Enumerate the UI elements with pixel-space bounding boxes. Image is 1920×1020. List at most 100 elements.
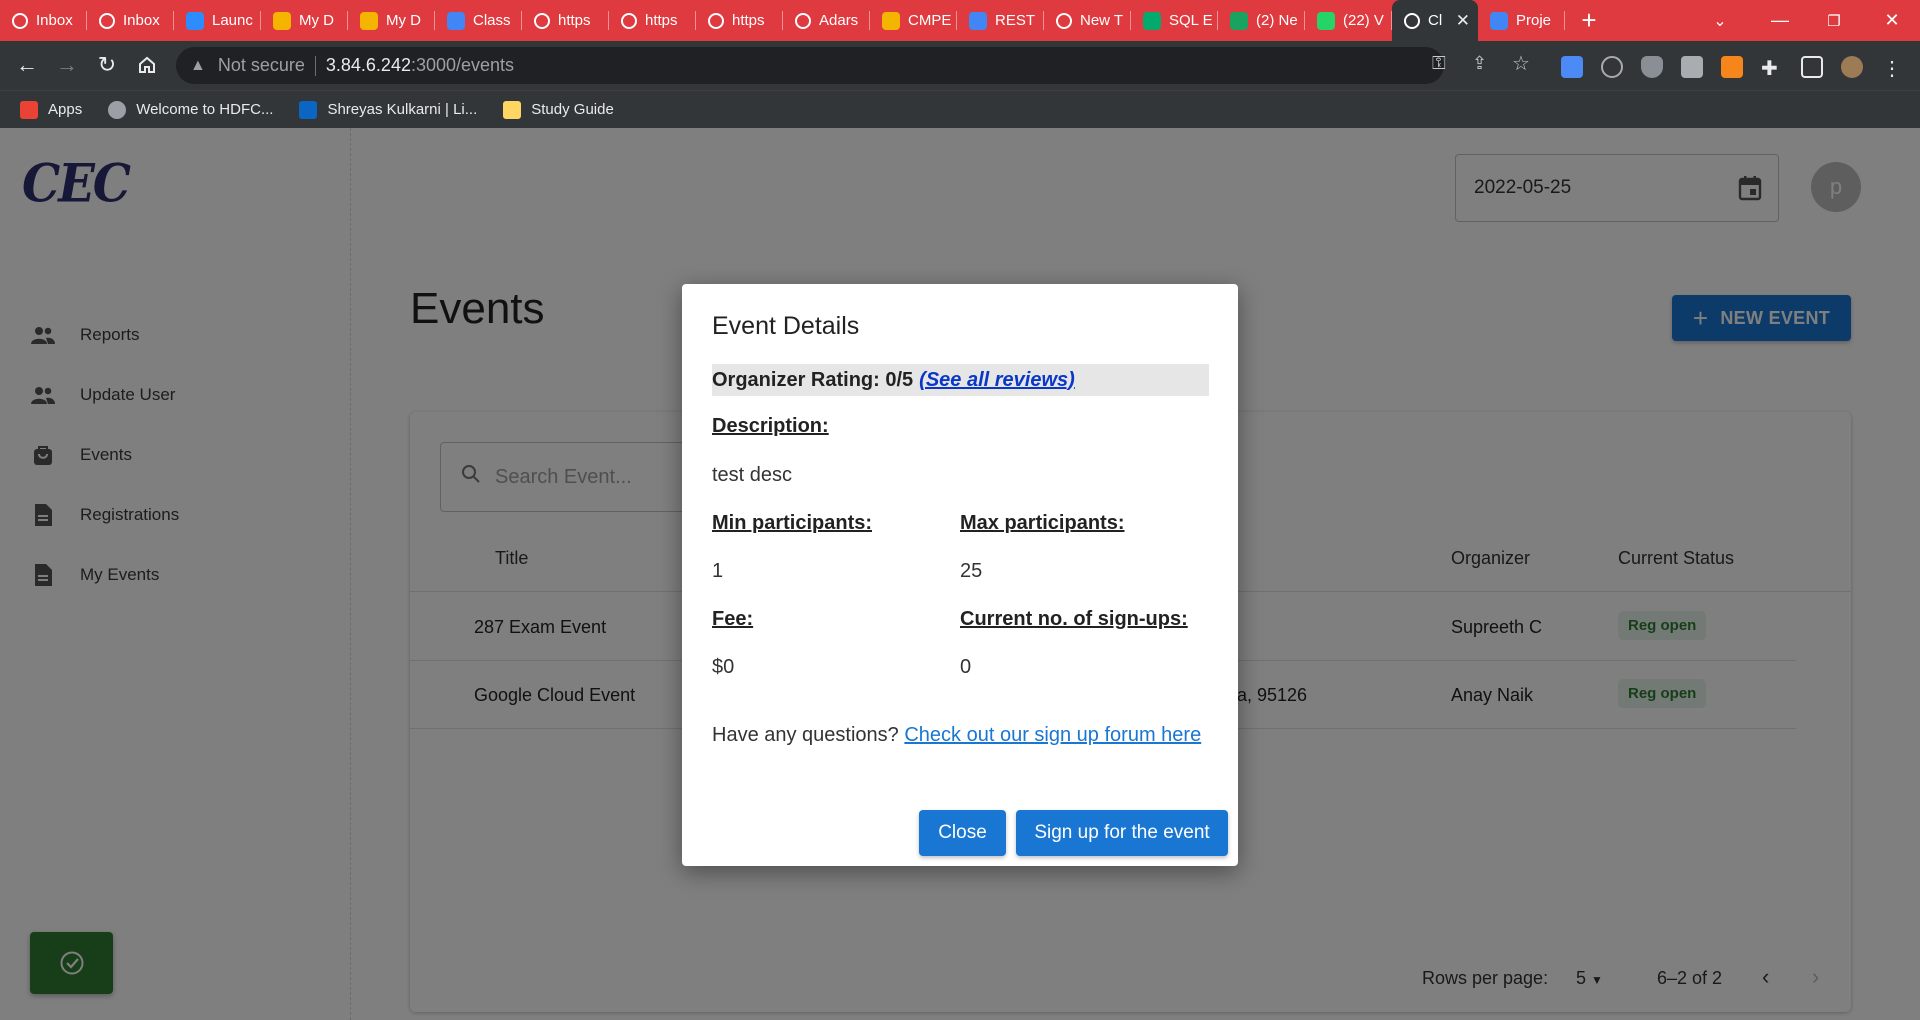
tab-label: REST — [995, 12, 1036, 29]
dialog-title: Event Details — [712, 312, 860, 340]
w3schools-icon — [1143, 11, 1161, 30]
profile-avatar-icon[interactable] — [1841, 56, 1863, 78]
tab-label: Adars — [819, 12, 859, 29]
browser-menu-icon[interactable]: ⋮ — [1881, 56, 1903, 80]
bookmark-star-icon[interactable]: ☆ — [1512, 51, 1530, 76]
address-bar[interactable]: ▲ Not secure 3.84.6.242:3000/events — [176, 47, 1444, 84]
back-icon[interactable]: ← — [10, 48, 44, 82]
app-page: CEC ReportsUpdate UserEventsRegistration… — [0, 128, 1920, 1020]
browser-tab[interactable]: (2) Ne — [1218, 0, 1305, 41]
max-participants-label: Max participants: — [960, 512, 1125, 534]
key-icon[interactable]: ⚿ — [1432, 53, 1446, 74]
extension-gray-icon[interactable] — [1681, 56, 1703, 78]
browser-tab[interactable]: My D — [261, 0, 348, 41]
fee-value: $0 — [712, 656, 735, 678]
minimize-icon[interactable]: — — [1752, 0, 1808, 41]
url-path: :3000/events — [410, 55, 515, 75]
signup-forum-link[interactable]: Check out our sign up forum here — [904, 724, 1201, 746]
browser-tab[interactable]: https — [609, 0, 696, 41]
tab-label: My D — [299, 12, 334, 29]
tab-label: Launc — [212, 12, 253, 29]
tab-label: (22) V — [1343, 12, 1384, 29]
tab-label: CMPE — [908, 12, 952, 29]
share-icon[interactable]: ⇪ — [1472, 53, 1487, 74]
extension-circle-icon[interactable] — [1601, 56, 1623, 78]
extension-shield-icon[interactable] — [1641, 56, 1663, 78]
sign-up-button[interactable]: Sign up for the event — [1016, 810, 1228, 856]
bookmark-item[interactable]: Shreyas Kulkarni | Li... — [299, 100, 478, 119]
min-participants-value: 1 — [712, 560, 724, 582]
browser-tab[interactable]: New T — [1044, 0, 1131, 41]
bookmark-item[interactable]: Welcome to HDFC... — [108, 100, 274, 119]
tab-search-icon[interactable]: ⌄ — [1692, 0, 1748, 41]
browser-tab[interactable]: SQL E — [1131, 0, 1218, 41]
tab-label: Cl — [1428, 12, 1443, 29]
extension-blue-icon[interactable] — [1561, 56, 1583, 78]
browser-tab[interactable]: Inbox — [0, 0, 87, 41]
bookmark-item[interactable]: Study Guide — [503, 100, 614, 119]
close-button[interactable]: Close — [919, 810, 1006, 856]
whatsapp-icon — [1317, 11, 1335, 30]
bookmark-item[interactable]: Apps — [20, 100, 83, 119]
event-details-dialog: Event Details Organizer Rating: 0/5 (See… — [682, 284, 1238, 866]
forward-icon[interactable]: → — [50, 48, 84, 82]
globe-icon — [108, 100, 127, 119]
browser-tab[interactable]: Class — [435, 0, 522, 41]
docs-icon — [1490, 11, 1508, 30]
browser-tab[interactable]: Launc — [174, 0, 261, 41]
globe-icon — [708, 12, 724, 29]
zoom-icon — [186, 11, 204, 30]
max-participants-value: 25 — [960, 560, 983, 582]
browser-tab[interactable]: Cl ✕ — [1392, 0, 1478, 41]
not-secure-label: Not secure — [217, 55, 305, 75]
tab-label: SQL E — [1169, 12, 1213, 29]
browser-toolbar: ← → ↻ ▲ Not secure 3.84.6.242:3000/event… — [0, 41, 1920, 90]
browser-tab[interactable]: Proje — [1478, 0, 1565, 41]
description-label: Description: — [712, 415, 829, 437]
browser-tab[interactable]: https — [522, 0, 609, 41]
see-all-reviews-link[interactable]: (See all reviews) — [919, 369, 1075, 392]
extensions-puzzle-icon[interactable]: ✚ — [1761, 56, 1783, 80]
min-participants-label: Min participants: — [712, 512, 873, 534]
browser-tab-strip: Inbox Inbox Launc My D My D Class https https ht… — [0, 0, 1920, 41]
bookmark-label: Apps — [48, 101, 83, 118]
tab-close-icon[interactable]: ✕ — [1456, 11, 1470, 31]
fee-label: Fee: — [712, 608, 754, 630]
window-close-icon[interactable]: ✕ — [1864, 0, 1920, 41]
folder-icon — [503, 100, 522, 119]
warning-icon: ▲ — [190, 56, 206, 74]
browser-tab[interactable]: (22) V — [1305, 0, 1392, 41]
browser-tab[interactable]: Inbox — [87, 0, 174, 41]
new-tab-button[interactable]: + — [1569, 0, 1609, 41]
browser-tab[interactable]: Adars — [783, 0, 870, 41]
docs-icon — [969, 11, 987, 30]
browser-tab[interactable]: My D — [348, 0, 435, 41]
email-icon — [1230, 11, 1248, 30]
help-question: Have any questions? — [712, 724, 899, 746]
tab-label: https — [558, 12, 591, 29]
restore-icon[interactable]: ❐ — [1806, 0, 1862, 41]
bookmark-label: Study Guide — [531, 101, 614, 118]
tab-label: https — [645, 12, 678, 29]
reload-icon[interactable]: ↻ — [90, 48, 124, 82]
help-text: Have any questions? Check out our sign u… — [712, 724, 1201, 747]
tab-label: My D — [386, 12, 421, 29]
home-icon[interactable] — [130, 48, 164, 82]
browser-tab[interactable]: CMPE — [870, 0, 957, 41]
globe-icon — [534, 12, 550, 29]
url-host: 3.84.6.242 — [325, 55, 411, 75]
browser-tab[interactable]: REST — [957, 0, 1044, 41]
side-panel-icon[interactable] — [1801, 56, 1823, 78]
globe-icon — [1404, 12, 1420, 29]
browser-tab[interactable]: https — [696, 0, 783, 41]
github-icon — [795, 12, 811, 29]
apps-grid-icon — [20, 100, 38, 119]
tab-label: https — [732, 12, 765, 29]
globe-icon — [621, 12, 637, 29]
bookmarks-bar: Apps Welcome to HDFC... Shreyas Kulkarni |… — [0, 90, 1920, 128]
bookmark-label: Welcome to HDFC... — [136, 101, 274, 118]
bookmark-label: Shreyas Kulkarni | Li... — [327, 101, 478, 118]
tab-label: Inbox — [123, 12, 160, 29]
metamask-icon[interactable] — [1721, 56, 1743, 78]
chrome-icon — [1056, 12, 1072, 29]
